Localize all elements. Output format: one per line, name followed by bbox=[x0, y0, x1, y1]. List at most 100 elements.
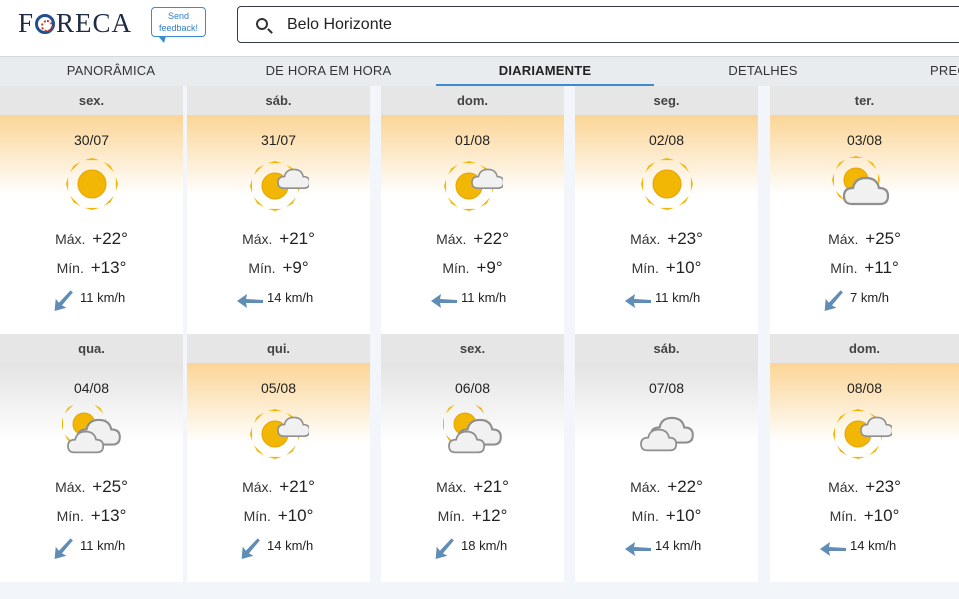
min-temp: +10° bbox=[665, 506, 702, 525]
max-label: Máx. bbox=[242, 231, 273, 247]
search-input[interactable] bbox=[287, 7, 887, 42]
wind-speed: 11 km/h bbox=[461, 290, 507, 305]
day-date: 31/07 bbox=[260, 132, 297, 148]
day-name: qua. bbox=[0, 334, 183, 363]
max-temp-row: Máx. +23° bbox=[575, 229, 758, 249]
min-label: Mín. bbox=[248, 260, 276, 276]
send-feedback-button[interactable]: Send feedback! bbox=[151, 7, 206, 43]
max-temp: +25° bbox=[92, 477, 128, 496]
sun-small-cloud-icon bbox=[832, 404, 894, 459]
max-temp: +21° bbox=[279, 477, 315, 496]
min-label: Mín. bbox=[437, 508, 465, 524]
sun-small-cloud-icon bbox=[443, 156, 505, 211]
wind-arrow-icon bbox=[429, 534, 459, 564]
page-background bbox=[0, 582, 959, 599]
wind-speed: 18 km/h bbox=[461, 538, 508, 553]
day-card[interactable]: sáb. 07/08 Máx. +22° Mín. +10° 14 km/h bbox=[575, 334, 758, 582]
day-card[interactable]: seg. 02/08 Máx. +23° Mín. +10° 11 km/h bbox=[575, 86, 758, 334]
min-temp-row: Mín. +10° bbox=[575, 258, 758, 278]
max-temp: +21° bbox=[279, 229, 315, 248]
partly-cloudy-icon bbox=[832, 156, 892, 211]
max-temp-row: Máx. +22° bbox=[0, 229, 183, 249]
tab-prec[interactable]: PREC bbox=[930, 57, 959, 86]
tab-diariamente[interactable]: DIARIAMENTE bbox=[436, 57, 654, 86]
day-date: 06/08 bbox=[454, 380, 491, 396]
max-temp-row: Máx. +25° bbox=[0, 477, 183, 497]
day-card[interactable]: sex. 30/07 Máx. +22° Mín. +13° 11 km/h bbox=[0, 86, 183, 334]
min-temp-row: Mín. +13° bbox=[0, 506, 183, 526]
min-temp-row: Mín. +10° bbox=[575, 506, 758, 526]
day-name: sex. bbox=[0, 86, 183, 115]
wind-speed: 7 km/h bbox=[850, 290, 890, 305]
max-label: Máx. bbox=[55, 231, 86, 247]
mostly-cloudy-icon bbox=[442, 401, 503, 459]
day-name: sex. bbox=[381, 334, 564, 363]
min-temp: +10° bbox=[665, 258, 702, 277]
sun-small-cloud-icon bbox=[249, 404, 311, 459]
max-label: Máx. bbox=[828, 479, 859, 495]
day-date: 08/08 bbox=[846, 380, 883, 396]
min-label: Mín. bbox=[631, 260, 659, 276]
min-label: Mín. bbox=[830, 260, 858, 276]
min-label: Mín. bbox=[56, 508, 84, 524]
day-name: qui. bbox=[187, 334, 370, 363]
min-temp-row: Mín. +9° bbox=[381, 258, 564, 278]
max-temp: +22° bbox=[473, 229, 509, 248]
day-date: 30/07 bbox=[73, 132, 110, 148]
day-card[interactable]: dom. 08/08 Máx. +23° Mín. +10° 14 km/h bbox=[770, 334, 959, 582]
tab-detalhes[interactable]: DETALHES bbox=[654, 57, 872, 86]
foreca-logo[interactable]: F RECA bbox=[18, 8, 132, 39]
wind-arrow-icon bbox=[48, 534, 78, 564]
wind-speed: 11 km/h bbox=[80, 290, 126, 305]
day-date: 05/08 bbox=[260, 380, 297, 396]
day-name: seg. bbox=[575, 86, 758, 115]
sun-icon bbox=[62, 156, 122, 211]
min-label: Mín. bbox=[631, 508, 659, 524]
max-temp: +21° bbox=[473, 477, 509, 496]
max-temp-row: Máx. +21° bbox=[381, 477, 564, 497]
feedback-line1: Send bbox=[167, 11, 190, 21]
max-label: Máx. bbox=[630, 479, 661, 495]
day-card[interactable]: ter. 03/08 Máx. +25° Mín. +11° 7 km/h bbox=[770, 86, 959, 334]
min-temp: +10° bbox=[863, 506, 900, 525]
max-temp-row: Máx. +22° bbox=[381, 229, 564, 249]
min-temp-row: Mín. +13° bbox=[0, 258, 183, 278]
max-temp-row: Máx. +21° bbox=[187, 477, 370, 497]
day-card[interactable]: sex. 06/08 Máx. +21° Mín. +12° 18 km/h bbox=[381, 334, 564, 582]
max-label: Máx. bbox=[828, 231, 859, 247]
max-temp-row: Máx. +22° bbox=[575, 477, 758, 497]
wind-arrow-icon bbox=[235, 534, 265, 564]
day-card[interactable]: qua. 04/08 Máx. +25° Mín. +13° 11 km/h bbox=[0, 334, 183, 582]
max-label: Máx. bbox=[436, 231, 467, 247]
day-date: 07/08 bbox=[648, 380, 685, 396]
max-temp-row: Máx. +21° bbox=[187, 229, 370, 249]
min-temp-row: Mín. +10° bbox=[187, 506, 370, 526]
day-card[interactable]: qui. 05/08 Máx. +21° Mín. +10° 14 km/h bbox=[187, 334, 370, 582]
min-temp-row: Mín. +9° bbox=[187, 258, 370, 278]
sun-small-cloud-icon bbox=[249, 156, 311, 211]
tab-panoramica[interactable]: PANORÂMICA bbox=[0, 57, 222, 86]
max-temp: +25° bbox=[865, 229, 901, 248]
day-date: 03/08 bbox=[846, 132, 883, 148]
wind-speed: 11 km/h bbox=[655, 290, 701, 305]
mostly-cloudy-icon bbox=[61, 401, 122, 459]
wind-arrow-icon bbox=[48, 286, 78, 316]
day-card[interactable]: sáb. 31/07 Máx. +21° Mín. +9° 14 km/h bbox=[187, 86, 370, 334]
search-icon[interactable] bbox=[256, 18, 268, 30]
location-search[interactable] bbox=[237, 6, 959, 43]
wind-arrow-icon bbox=[235, 286, 265, 316]
wind-speed: 14 km/h bbox=[267, 538, 314, 553]
day-name: ter. bbox=[770, 86, 959, 115]
max-temp: +22° bbox=[667, 477, 703, 496]
max-temp: +23° bbox=[865, 477, 901, 496]
day-name: dom. bbox=[770, 334, 959, 363]
day-date: 02/08 bbox=[648, 132, 685, 148]
max-temp: +22° bbox=[92, 229, 128, 248]
tab-de-hora-em-hora[interactable]: DE HORA EM HORA bbox=[222, 57, 435, 86]
max-temp-row: Máx. +25° bbox=[770, 229, 959, 249]
min-label: Mín. bbox=[829, 508, 857, 524]
max-label: Máx. bbox=[242, 479, 273, 495]
min-temp: +10° bbox=[277, 506, 314, 525]
day-date: 04/08 bbox=[73, 380, 110, 396]
day-card[interactable]: dom. 01/08 Máx. +22° Mín. +9° 11 km/h bbox=[381, 86, 564, 334]
